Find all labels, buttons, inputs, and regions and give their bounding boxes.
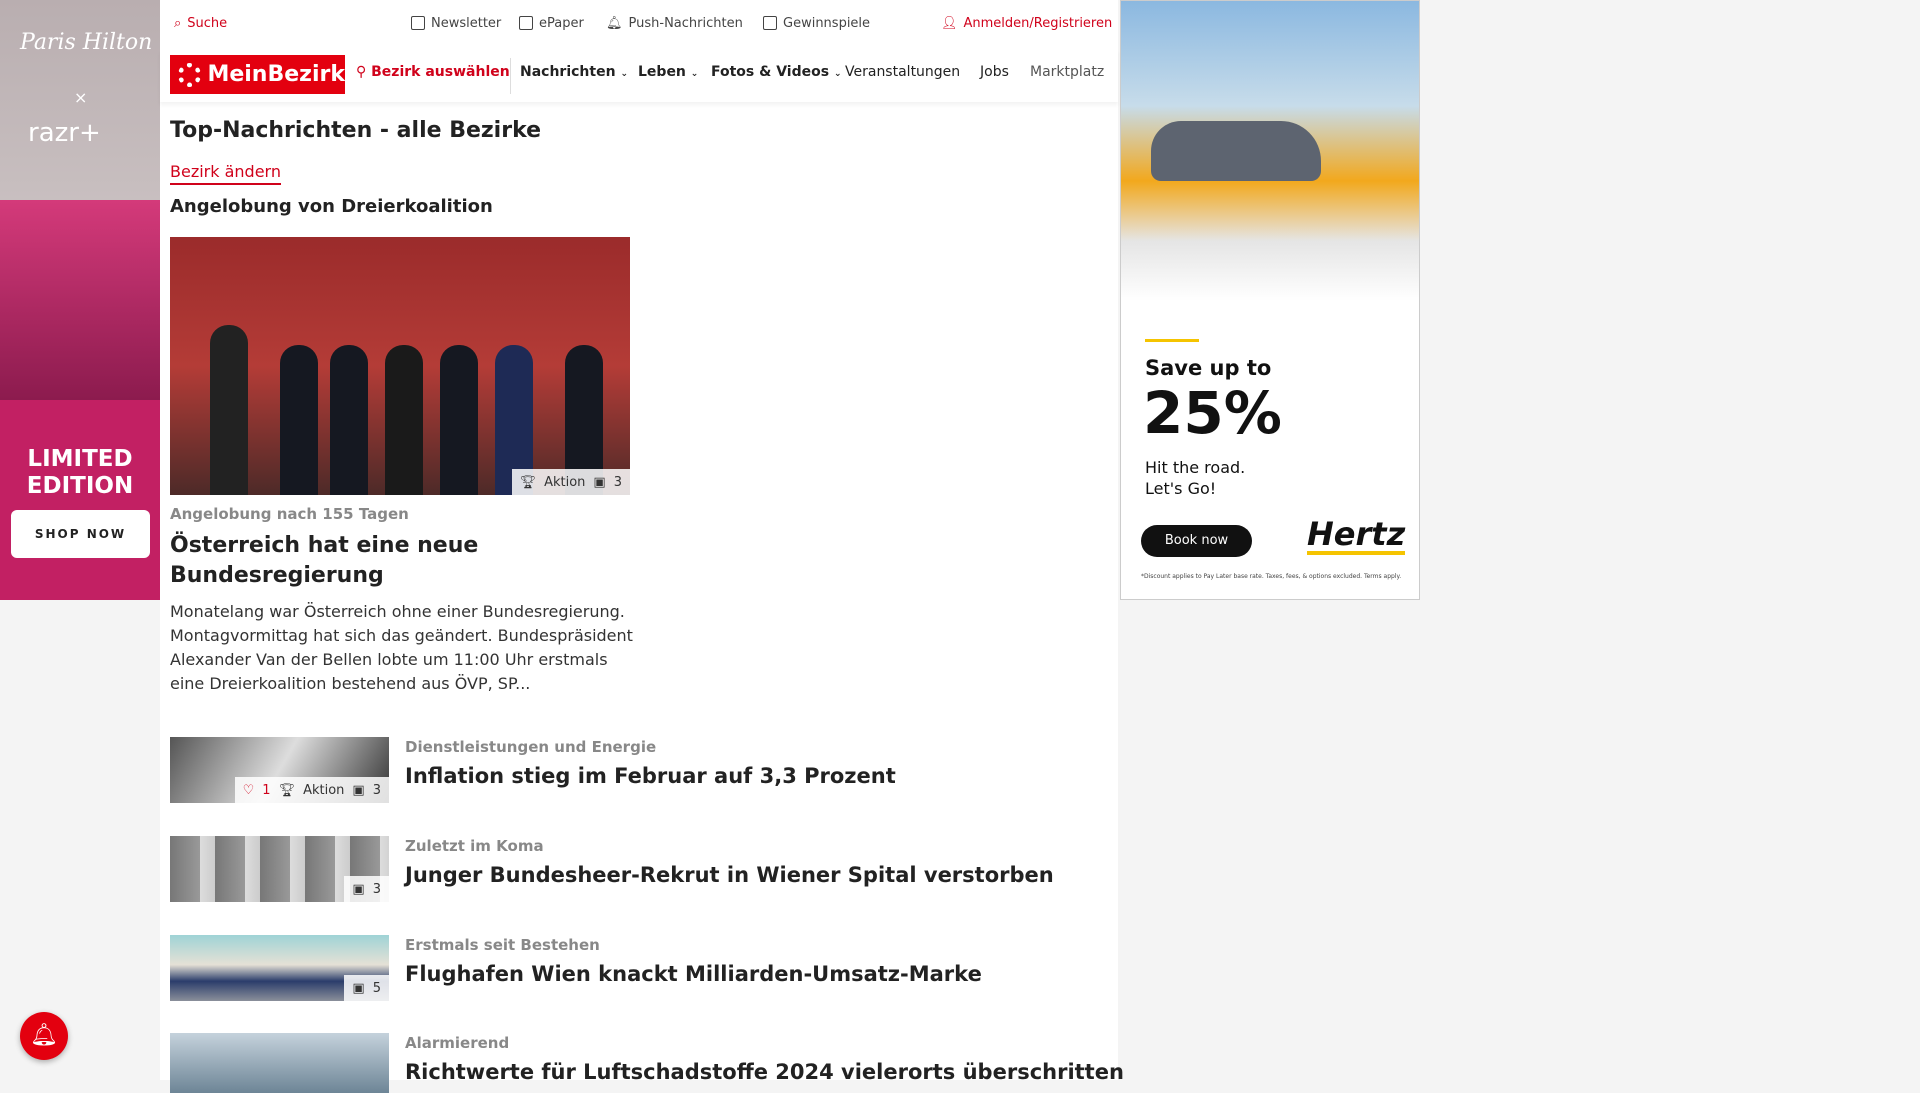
section-heading: Angelobung von Dreierkoalition — [170, 196, 493, 217]
chevron-down-icon: ⌄ — [833, 69, 842, 79]
thumb-badges: ▣ 3 — [344, 876, 389, 902]
ad-tagline-1: Hit the road. — [1145, 458, 1246, 477]
car-shape — [1151, 121, 1321, 181]
right-advertisement[interactable]: Save up to 25% Hit the road. Let's Go! B… — [1120, 0, 1420, 600]
image-icon: ▣ — [593, 474, 606, 490]
ad-book-button[interactable]: Book now — [1141, 525, 1252, 557]
image-count: 3 — [372, 782, 381, 798]
epaper-label: ePaper — [539, 15, 584, 31]
epaper-link[interactable]: ePaper — [519, 12, 584, 34]
hero-teaser: Monatelang war Österreich ohne einer Bun… — [170, 602, 633, 693]
ad-fineprint: *Discount applies to Pay Later base rate… — [1141, 573, 1402, 580]
nav-marktplatz[interactable]: Marktplatz — [1030, 64, 1104, 80]
search-label: Suche — [187, 15, 228, 31]
chevron-down-icon: ⌄ — [690, 69, 699, 79]
bell-icon: 🔔︎ — [606, 15, 623, 31]
article-thumb[interactable]: ▣ 5 — [170, 935, 389, 1001]
thumb-badges: ♡ 1 🏆︎ Aktion ▣ 3 — [234, 777, 389, 803]
bezirk-select[interactable]: ⚲ Bezirk auswählen — [356, 64, 510, 80]
newspaper-icon — [519, 16, 533, 30]
hero-image[interactable]: 🏆︎ Aktion ▣ 3 — [170, 237, 630, 495]
ad-rule — [1145, 339, 1199, 342]
chevron-down-icon: ⌄ — [620, 69, 628, 79]
ad-brand-paris: Paris Hilton — [20, 30, 153, 55]
nav-veranstaltungen[interactable]: Veranstaltungen — [845, 64, 960, 80]
article-kicker: Dienstleistungen und Energie — [405, 738, 657, 756]
image-icon: ▣ — [352, 980, 365, 996]
sun-logo-icon — [178, 62, 202, 87]
ad-edition: LIMITED EDITION — [26, 446, 134, 499]
login-label: Anmelden/Registrieren — [963, 15, 1113, 31]
article-headline[interactable]: Flughafen Wien knackt Milliarden-Umsatz-… — [405, 962, 982, 986]
nav-leben[interactable]: Leben ⌄ — [638, 64, 698, 80]
logo[interactable]: MeinBezirk — [170, 55, 345, 94]
nav-divider — [510, 58, 511, 94]
ad-percent: 25% — [1143, 379, 1282, 447]
nav-jobs[interactable]: Jobs — [980, 64, 1009, 80]
heart-icon: ♡ — [242, 782, 255, 798]
hero-headline[interactable]: Österreich hat eine neue Bundesregierung — [170, 531, 590, 591]
change-bezirk-link[interactable]: Bezirk ändern — [170, 162, 281, 185]
image-count: 3 — [613, 474, 622, 490]
article-thumb[interactable] — [170, 1033, 389, 1093]
thumb-badges: ▣ 5 — [344, 975, 389, 1001]
newsletter-link[interactable]: Newsletter — [411, 12, 501, 34]
search-icon: ⌕ — [174, 15, 182, 31]
image-count: 5 — [372, 980, 381, 996]
action-label: Aktion — [544, 474, 586, 490]
hero-badges: 🏆︎ Aktion ▣ 3 — [511, 469, 630, 495]
search-link[interactable]: ⌕ Suche — [174, 12, 227, 34]
article-kicker: Alarmierend — [405, 1034, 510, 1052]
nav-label: Nachrichten — [520, 64, 616, 80]
trophy-icon: 🏆︎ — [278, 782, 296, 798]
action-label: Aktion — [303, 782, 345, 798]
ad-brand-razr: razr+ — [28, 118, 101, 148]
gewinnspiele-link[interactable]: Gewinnspiele — [763, 12, 870, 34]
bell-icon: 🔔︎ — [30, 1023, 58, 1048]
location-pin-icon: ⚲ — [356, 64, 372, 80]
user-icon: 👤︎ — [941, 15, 958, 31]
article-kicker: Erstmals seit Bestehen — [405, 936, 600, 954]
dice-icon — [763, 16, 777, 30]
article-kicker: Zuletzt im Koma — [405, 837, 544, 855]
trophy-icon: 🏆︎ — [519, 474, 537, 490]
bezirk-label: Bezirk auswählen — [371, 64, 510, 80]
ad-x: × — [74, 88, 88, 107]
left-advertisement[interactable]: Paris Hilton × razr+ LIMITED EDITION SHO… — [0, 0, 160, 600]
gewinnspiele-label: Gewinnspiele — [783, 15, 871, 31]
image-icon: ▣ — [352, 782, 365, 798]
newsletter-label: Newsletter — [431, 15, 502, 31]
nav-label: Leben — [638, 64, 686, 80]
article-thumb[interactable]: ▣ 3 — [170, 836, 389, 902]
notification-bell-button[interactable]: 🔔︎ — [20, 1012, 68, 1060]
hero-kicker: Angelobung nach 155 Tagen — [170, 505, 409, 523]
login-link[interactable]: 👤︎ Anmelden/Registrieren — [941, 12, 1112, 34]
ad-shop-button[interactable]: SHOP NOW — [11, 510, 150, 558]
article-headline[interactable]: Junger Bundesheer-Rekrut in Wiener Spita… — [405, 863, 1054, 887]
mail-icon — [411, 16, 425, 30]
article-headline[interactable]: Richtwerte für Luftschadstoffe 2024 viel… — [405, 1060, 1124, 1084]
nav-label: Fotos & Videos — [711, 64, 830, 80]
hertz-logo: Hertz — [1307, 515, 1406, 555]
image-count: 3 — [372, 881, 381, 897]
image-icon: ▣ — [352, 881, 365, 897]
article-thumb[interactable]: ♡ 1 🏆︎ Aktion ▣ 3 — [170, 737, 389, 803]
page-title: Top-Nachrichten - alle Bezirke — [170, 118, 542, 143]
ad-tagline-2: Let's Go! — [1145, 479, 1217, 498]
like-count: 1 — [262, 782, 271, 798]
nav-fotos-videos[interactable]: Fotos & Videos ⌄ — [711, 64, 842, 80]
nav-nachrichten[interactable]: Nachrichten ⌄ — [520, 64, 628, 80]
article-headline[interactable]: Inflation stieg im Februar auf 3,3 Proze… — [405, 764, 896, 788]
logo-text: MeinBezirk — [207, 62, 345, 87]
push-label: Push-Nachrichten — [628, 15, 743, 31]
push-link[interactable]: 🔔︎ Push-Nachrichten — [606, 12, 743, 34]
ad-save: Save up to — [1145, 356, 1272, 380]
